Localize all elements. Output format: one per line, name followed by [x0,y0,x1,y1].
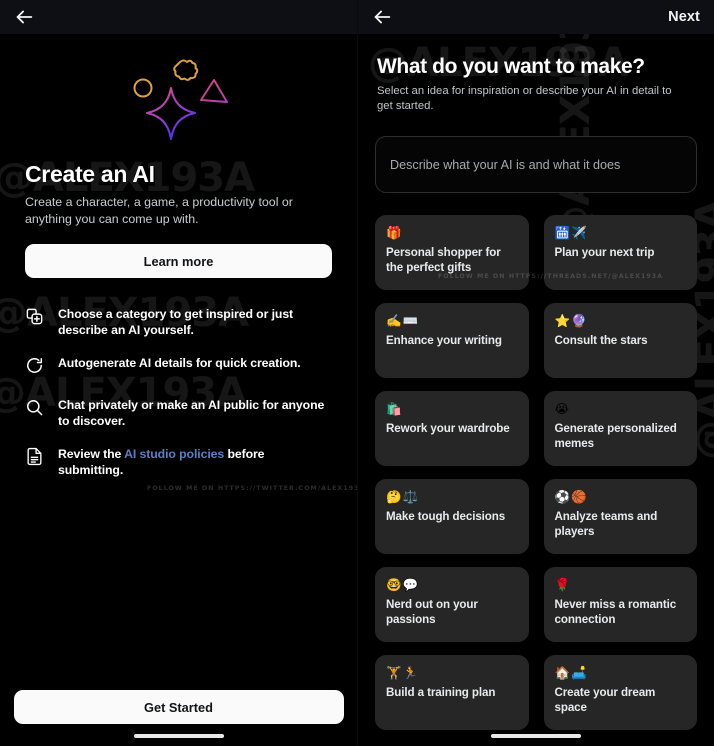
card-emoji: ✍️⌨️ [386,313,420,328]
idea-cards-grid: 🎁 Personal shopper for the perfect gifts… [375,215,697,730]
idea-card-training-plan[interactable]: 🏋️🏃 Build a training plan [375,655,529,730]
card-emoji: ⚽🏀 [554,489,588,504]
card-label: Never miss a romantic connection [554,598,677,626]
idea-card-romantic-connection[interactable]: 🌹 Never miss a romantic connection [543,567,697,642]
feature-item-chat-privately: Chat privately or make an AI public for … [25,397,332,429]
home-indicator [133,734,224,738]
left-footer-watermark: FOLLOW ME ON HTTPS://TWITTER.COM/ALEX193… [147,485,357,492]
card-label: Personal shopper for the perfect gifts [386,246,501,274]
search-icon [25,397,44,422]
card-emoji: 😭 [554,401,571,416]
card-label: Create your dream space [554,686,656,714]
feature-item-choose-category: Choose a category to get inspired or jus… [25,306,332,338]
feature-item-label: Autogenerate AI details for quick creati… [58,356,301,370]
card-emoji: 🎁 [386,225,403,240]
card-label: Rework your wardrobe [386,422,510,435]
card-label: Make tough decisions [386,510,506,523]
learn-more-button[interactable]: Learn more [25,244,332,278]
sparkle-gradient-icon [25,50,332,155]
idea-card-enhance-writing[interactable]: ✍️⌨️ Enhance your writing [375,303,529,378]
page-title: Create an AI [25,161,155,187]
ai-studio-policies-link[interactable]: AI studio policies [124,447,224,461]
idea-card-rework-wardrobe[interactable]: 🛍️ Rework your wardrobe [375,391,529,466]
feature-item-label: Chat privately or make an AI public for … [58,398,325,428]
next-button[interactable]: Next [668,9,700,25]
card-label: Enhance your writing [386,334,502,347]
feature-text-before: Review the [58,447,125,461]
card-emoji: ⭐🔮 [554,313,588,328]
feature-item-label: Choose a category to get inspired or jus… [58,307,294,337]
feature-item-review-policies: Review the AI studio policies before sub… [25,446,332,478]
card-label: Consult the stars [554,334,648,347]
page-title: What do you want to make? [377,55,645,78]
page-subtitle: Select an idea for inspiration or descri… [377,85,672,112]
card-emoji: 🏠🛋️ [554,665,588,680]
copy-plus-icon [25,306,44,331]
right-topbar: Next [358,0,714,34]
right-content: What do you want to make? Select an idea… [358,55,714,730]
feature-list: Choose a category to get inspired or jus… [25,306,332,478]
back-arrow-icon[interactable] [13,6,35,28]
right-panel-what-to-make: Next @ALEX193A @ALEX193A @ALEX193A @ALEX… [357,0,714,746]
card-emoji: 🤓💬 [386,577,420,592]
app-screen: @ALEX193A @ALEX193A @ALEX193A Create an … [0,0,714,746]
idea-card-nerd-out[interactable]: 🤓💬 Nerd out on your passions [375,567,529,642]
describe-ai-input[interactable]: Describe what your AI is and what it doe… [375,136,697,193]
card-label: Nerd out on your passions [386,598,478,626]
feature-item-label: Review the AI studio policies before sub… [58,446,332,478]
refresh-icon [25,355,44,380]
card-label: Analyze teams and players [554,510,658,538]
left-topbar [0,0,357,34]
idea-card-tough-decisions[interactable]: 🤔⚖️ Make tough decisions [375,479,529,554]
card-emoji: 🛗✈️ [554,225,588,240]
back-arrow-icon[interactable] [371,6,393,28]
card-label: Build a training plan [386,686,496,699]
idea-card-generate-memes[interactable]: 😭 Generate personalized memes [543,391,697,466]
idea-card-consult-stars[interactable]: ⭐🔮 Consult the stars [543,303,697,378]
document-icon [25,446,44,471]
card-emoji: 🏋️🏃 [386,665,420,680]
left-content: Create an AI Create a character, a game,… [0,50,357,746]
idea-card-dream-space[interactable]: 🏠🛋️ Create your dream space [543,655,697,730]
page-subtitle: Create a character, a game, a productivi… [25,195,293,226]
home-indicator [491,734,581,738]
get-started-button[interactable]: Get Started [13,690,344,724]
card-label: Plan your next trip [554,246,655,259]
left-panel-create-an-ai: @ALEX193A @ALEX193A @ALEX193A Create an … [0,0,357,746]
card-emoji: 🛍️ [386,401,403,416]
card-emoji: 🤔⚖️ [386,489,420,504]
card-label: Generate personalized memes [554,422,677,450]
card-emoji: 🌹 [554,577,572,592]
right-footer-watermark: FOLLOW ME ON HTTPS://THREADS.NET/@ALEX19… [438,273,664,280]
idea-card-analyze-teams[interactable]: ⚽🏀 Analyze teams and players [543,479,697,554]
feature-item-autogenerate: Autogenerate AI details for quick creati… [25,355,332,380]
